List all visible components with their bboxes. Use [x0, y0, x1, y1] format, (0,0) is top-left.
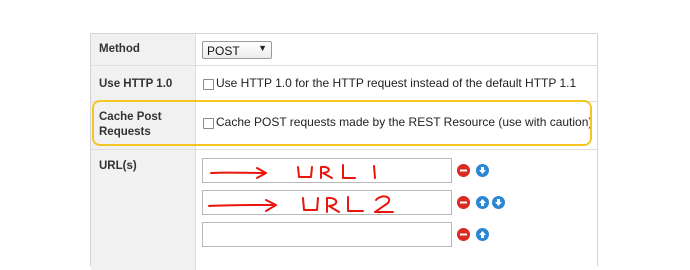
method-select[interactable]: POST ▼ [202, 41, 272, 59]
remove-url-2-button[interactable] [457, 196, 470, 209]
use-http-10-label: Use HTTP 1.0 [99, 78, 173, 90]
urls-row: URL(s) [91, 150, 597, 270]
url-1-handwritten-annotation [210, 164, 376, 179]
method-label: Method [99, 43, 140, 55]
url-input-3[interactable] [202, 222, 452, 247]
use-http-10-row: Use HTTP 1.0 Use HTTP 1.0 for the HTTP r… [91, 66, 597, 102]
move-url-3-up-button[interactable] [476, 228, 489, 241]
move-url-2-up-button[interactable] [476, 196, 489, 209]
cache-post-highlight [92, 100, 592, 146]
url-input-2[interactable] [202, 190, 452, 215]
remove-url-3-button[interactable] [457, 228, 470, 241]
move-url-1-down-button[interactable] [476, 164, 489, 177]
urls-label: URL(s) [99, 160, 137, 172]
move-url-2-down-button[interactable] [492, 196, 505, 209]
urls-label-cell: URL(s) [91, 150, 196, 270]
method-row: Method POST ▼ [91, 34, 597, 66]
use-http-10-checkbox[interactable] [203, 79, 214, 90]
rest-resource-settings-panel: Method POST ▼ Use HTTP 1.0 Use HTTP 1.0 … [90, 33, 598, 270]
chevron-down-icon: ▼ [258, 43, 267, 53]
url-input-1[interactable] [202, 158, 452, 183]
method-select-value: POST [207, 44, 240, 58]
method-label-cell: Method [91, 34, 196, 65]
use-http-10-checkbox-label[interactable]: Use HTTP 1.0 for the HTTP request instea… [216, 76, 576, 90]
use-http-10-label-cell: Use HTTP 1.0 [91, 66, 196, 101]
url-2-handwritten-annotation [208, 195, 394, 213]
remove-url-1-button[interactable] [457, 164, 470, 177]
